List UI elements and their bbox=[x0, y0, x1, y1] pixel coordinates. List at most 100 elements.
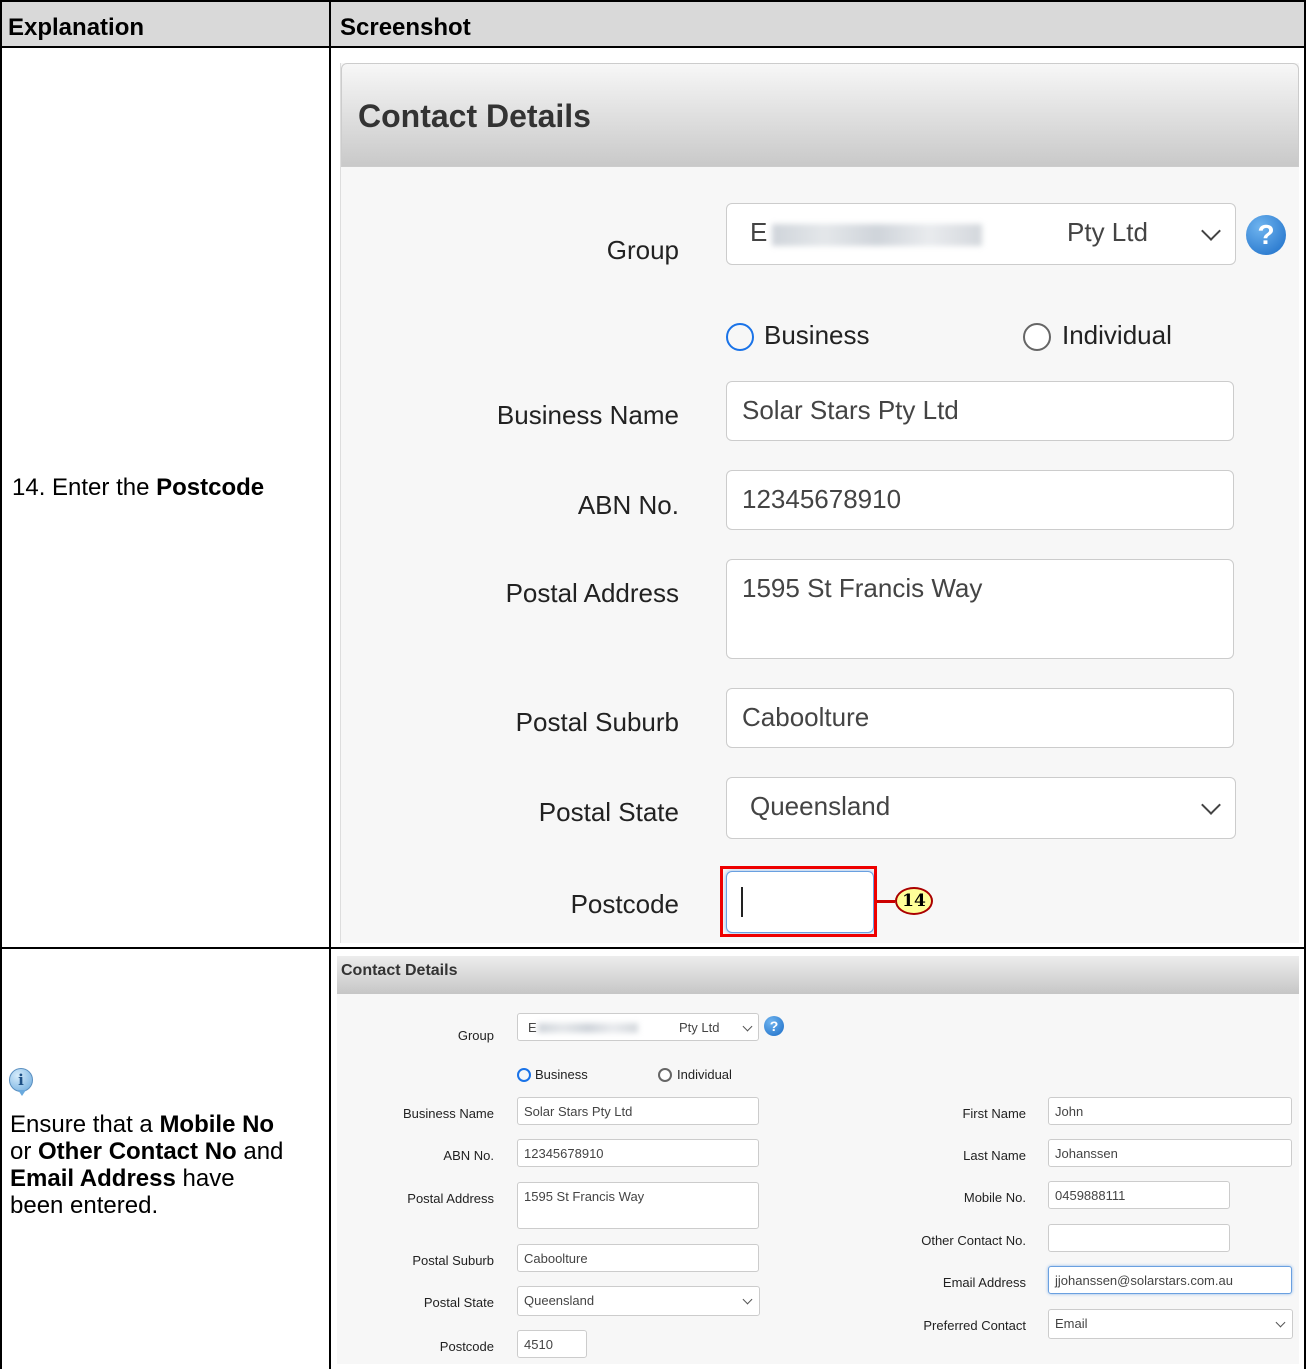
business-radio[interactable] bbox=[726, 323, 754, 351]
highlight-box bbox=[720, 866, 877, 937]
business-name-label: Business Name bbox=[402, 1106, 494, 1121]
table-border bbox=[0, 0, 1306, 2]
note-bold: Other Contact No bbox=[38, 1138, 237, 1165]
group-select[interactable]: E Pty Ltd bbox=[726, 203, 1236, 265]
group-value-end: Pty Ltd bbox=[1067, 217, 1148, 247]
step-callout-badge: 14 bbox=[895, 887, 933, 915]
first-name-label: First Name bbox=[962, 1106, 1026, 1121]
postal-suburb-value: Caboolture bbox=[742, 702, 870, 732]
email-input[interactable]: jjohanssen@solarstars.com.au bbox=[1048, 1266, 1292, 1294]
help-icon[interactable]: ? bbox=[764, 1016, 784, 1036]
postal-suburb-input[interactable]: Caboolture bbox=[726, 688, 1234, 748]
abn-input[interactable]: 12345678910 bbox=[726, 470, 1234, 530]
table-border bbox=[329, 0, 331, 1369]
postcode-value: 4510 bbox=[524, 1337, 553, 1352]
mobile-label: Mobile No. bbox=[963, 1190, 1026, 1205]
help-icon[interactable]: ? bbox=[1246, 215, 1286, 255]
chevron-down-icon bbox=[1201, 221, 1221, 241]
panel-title: Contact Details bbox=[341, 962, 458, 979]
preferred-contact-value: Email bbox=[1055, 1316, 1088, 1331]
first-name-input[interactable]: John bbox=[1048, 1097, 1292, 1125]
panel-title: Contact Details bbox=[358, 98, 591, 134]
note-bold: Email Address bbox=[10, 1165, 176, 1192]
postcode-input[interactable]: 4510 bbox=[517, 1330, 587, 1358]
table-header-row bbox=[2, 2, 1304, 46]
callout-connector bbox=[877, 900, 895, 903]
contact-details-small-screenshot: Contact Details Group E Pty Ltd ? Busine… bbox=[337, 956, 1299, 1364]
note-part: and bbox=[236, 1138, 284, 1165]
postal-suburb-input[interactable]: Caboolture bbox=[517, 1244, 759, 1272]
business-name-input[interactable]: Solar Stars Pty Ltd bbox=[517, 1097, 759, 1125]
postal-state-label: Postal State bbox=[423, 1295, 494, 1310]
postal-address-textarea[interactable]: 1595 St Francis Way bbox=[726, 559, 1234, 659]
other-contact-label: Other Contact No. bbox=[921, 1233, 1026, 1248]
last-name-label: Last Name bbox=[963, 1148, 1026, 1163]
postal-state-value: Queensland bbox=[750, 791, 891, 821]
individual-radio[interactable] bbox=[1023, 323, 1051, 351]
email-label: Email Address bbox=[942, 1275, 1026, 1290]
business-radio[interactable] bbox=[517, 1068, 531, 1082]
table-border bbox=[0, 46, 1306, 48]
header-screenshot: Screenshot bbox=[340, 14, 471, 41]
group-label: Group bbox=[457, 1028, 494, 1043]
chevron-down-icon bbox=[1275, 1317, 1286, 1328]
table-border bbox=[0, 947, 1306, 949]
note-part: been entered. bbox=[10, 1192, 159, 1219]
chevron-down-icon bbox=[742, 1021, 753, 1032]
postcode-label: Postcode bbox=[439, 1339, 494, 1354]
individual-radio[interactable] bbox=[658, 1068, 672, 1082]
postal-address-label: Postal Address bbox=[407, 1191, 494, 1206]
abn-input[interactable]: 12345678910 bbox=[517, 1139, 759, 1167]
info-icon: i bbox=[9, 1068, 33, 1092]
individual-radio-label: Individual bbox=[677, 1067, 732, 1082]
chevron-down-icon bbox=[742, 1294, 753, 1305]
preferred-contact-select[interactable]: Email bbox=[1048, 1309, 1293, 1339]
postal-address-value: 1595 St Francis Way bbox=[524, 1189, 645, 1204]
preferred-contact-label: Preferred Contact bbox=[923, 1318, 1026, 1333]
note-bold: Mobile No bbox=[159, 1111, 275, 1138]
last-name-value: Johanssen bbox=[1055, 1146, 1118, 1161]
postal-state-value: Queensland bbox=[524, 1293, 595, 1308]
table-border bbox=[0, 0, 2, 1369]
step-keyword: Postcode bbox=[156, 474, 265, 501]
email-value: jjohanssen@solarstars.com.au bbox=[1055, 1273, 1233, 1288]
business-radio-label: Business bbox=[535, 1067, 588, 1082]
abn-label: ABN No. bbox=[577, 490, 679, 520]
postal-suburb-label: Postal Suburb bbox=[412, 1253, 494, 1268]
abn-label: ABN No. bbox=[443, 1148, 494, 1163]
postal-address-textarea[interactable]: 1595 St Francis Way bbox=[517, 1182, 759, 1229]
postal-state-select[interactable]: Queensland bbox=[726, 777, 1236, 839]
postal-address-label: Postal Address bbox=[505, 578, 679, 608]
redacted-text bbox=[538, 1023, 638, 1033]
postal-state-select[interactable]: Queensland bbox=[517, 1286, 760, 1316]
postal-address-value: 1595 St Francis Way bbox=[742, 573, 983, 603]
last-name-input[interactable]: Johanssen bbox=[1048, 1139, 1292, 1167]
group-label: Group bbox=[606, 235, 679, 265]
chevron-down-icon bbox=[1201, 795, 1221, 815]
abn-value: 12345678910 bbox=[524, 1146, 604, 1161]
postal-suburb-label: Postal Suburb bbox=[515, 707, 679, 737]
mobile-input[interactable]: 0459888111 bbox=[1048, 1181, 1230, 1209]
step-text: 14. Enter the bbox=[12, 474, 157, 501]
abn-value: 12345678910 bbox=[742, 484, 902, 514]
group-value-start: E bbox=[750, 217, 768, 247]
contact-details-large-screenshot: Contact Details Group E Pty Ltd ? Busine… bbox=[340, 63, 1299, 943]
note-part: Ensure that a bbox=[10, 1111, 160, 1138]
group-select[interactable]: E Pty Ltd bbox=[517, 1013, 759, 1041]
group-value-end: Pty Ltd bbox=[679, 1020, 720, 1035]
postal-state-label: Postal State bbox=[538, 797, 679, 827]
first-name-value: John bbox=[1055, 1104, 1084, 1119]
info-icon-tail bbox=[18, 1090, 26, 1096]
individual-radio-label: Individual bbox=[1062, 320, 1172, 350]
panel-header: Contact Details bbox=[341, 63, 1299, 167]
header-explanation: Explanation bbox=[8, 14, 145, 41]
business-name-value: Solar Stars Pty Ltd bbox=[742, 395, 959, 425]
mobile-value: 0459888111 bbox=[1055, 1188, 1126, 1203]
note-text: Ensure that a Mobile No or Other Contact… bbox=[10, 1111, 283, 1219]
business-name-input[interactable]: Solar Stars Pty Ltd bbox=[726, 381, 1234, 441]
step-14-text: 14. Enter the Postcode bbox=[12, 474, 264, 501]
business-name-label: Business Name bbox=[496, 400, 679, 430]
panel-header: Contact Details bbox=[337, 956, 1299, 994]
postcode-label: Postcode bbox=[570, 889, 679, 919]
other-contact-input[interactable] bbox=[1048, 1224, 1230, 1252]
